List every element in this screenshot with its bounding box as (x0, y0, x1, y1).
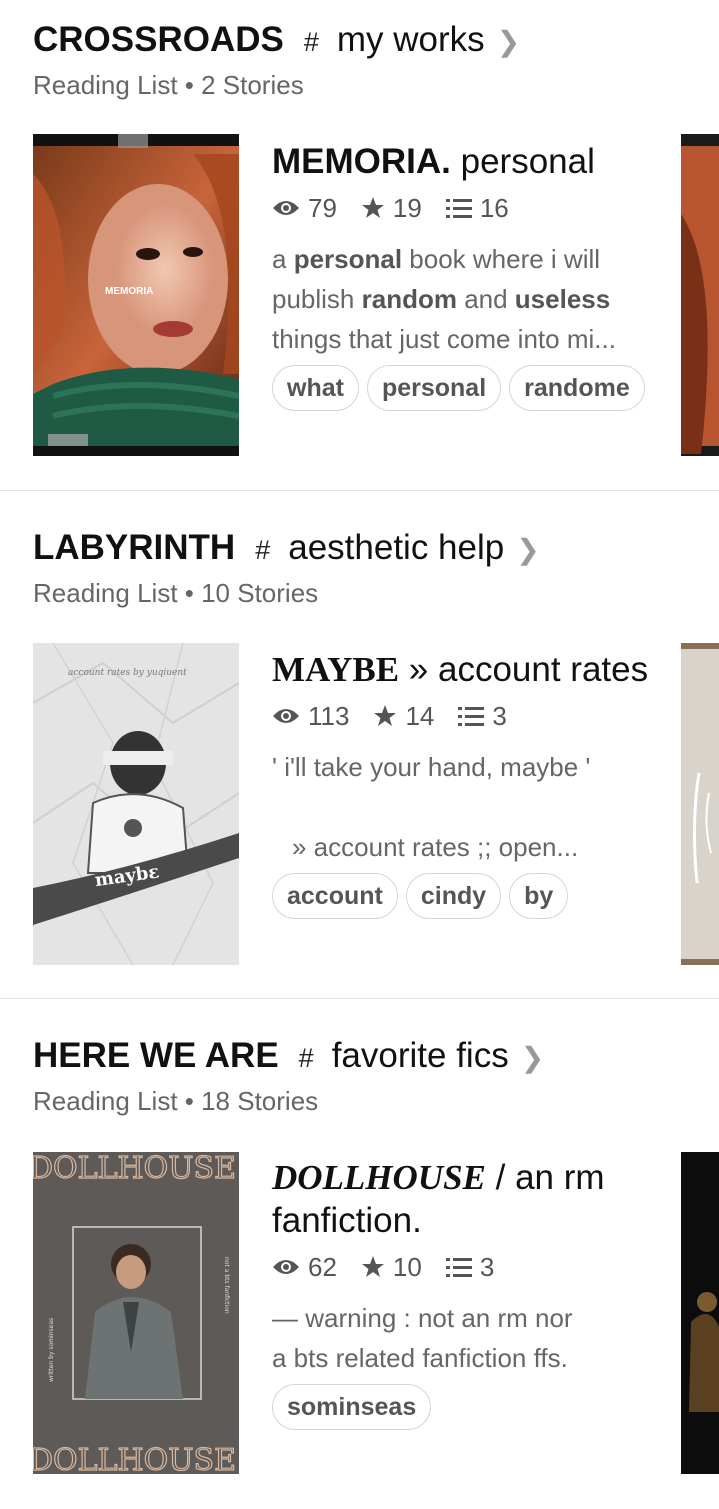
description-line: ' i'll take your hand, maybe ' (272, 752, 591, 782)
story-title[interactable]: MEMORIA. personal (272, 140, 652, 183)
story-title-bold: MEMORIA. (272, 142, 451, 181)
reading-list-title: CROSSROADS (33, 20, 284, 59)
parts-stat: 16 (445, 192, 509, 224)
list-divider (0, 490, 719, 491)
eye-icon (273, 201, 299, 215)
star-icon (361, 197, 384, 218)
reading-list-header[interactable]: LABYRINTH # aesthetic help ❯ (33, 528, 540, 568)
list-icon (445, 199, 472, 218)
tag[interactable]: cindy (405, 873, 502, 919)
reading-list-header[interactable]: CROSSROADS # my works ❯ (33, 20, 520, 60)
reading-list-header[interactable]: HERE WE ARE # favorite fics ❯ (33, 1036, 544, 1076)
reading-list-title: HERE WE ARE (33, 1036, 279, 1075)
story-title[interactable]: DOLLHOUSE / an rm fanfiction. (272, 1156, 652, 1242)
tag[interactable]: sominseas (272, 1384, 432, 1430)
votes-count: 10 (392, 1251, 422, 1282)
views-stat: 79 (272, 193, 337, 224)
tag[interactable]: personal (366, 365, 502, 411)
votes-count: 14 (405, 700, 435, 731)
votes-stat: 10 (361, 1252, 422, 1283)
tag[interactable]: randome (509, 365, 645, 411)
cover-side-text-left: written by sominseas (48, 1318, 55, 1382)
hash-separator: # (255, 535, 271, 565)
description-line: a bts related fanfiction ffs. (272, 1343, 568, 1373)
hash-separator: # (303, 27, 319, 57)
list-icon (445, 1258, 472, 1277)
story-cover-dollhouse[interactable]: DOLLHOUSE DOLLHOUSE written by sominseas… (33, 1152, 239, 1474)
reading-list-meta: Reading List • 2 Stories (33, 70, 304, 100)
views-count: 62 (308, 1251, 337, 1282)
story-info: DOLLHOUSE / an rm fanfiction. 62 10 3 — … (272, 1156, 652, 1430)
reading-list-meta: Reading List • 18 Stories (33, 1086, 319, 1116)
reading-list-subtitle: aesthetic help (288, 528, 505, 567)
views-stat: 62 (272, 1252, 337, 1283)
story-title-bold: DOLLHOUSE (272, 1158, 486, 1197)
reading-list-subtitle: my works (336, 20, 485, 59)
parts-stat: 3 (445, 1251, 495, 1283)
cover-title-text-bottom: DOLLHOUSE (33, 1443, 236, 1474)
reading-list-here-we-are: HERE WE ARE # favorite fics ❯ Reading Li… (0, 1036, 719, 1506)
story-title-bold: MAYBE (272, 650, 400, 689)
story-tags: account cindy by (272, 873, 652, 919)
chevron-right-icon: ❯ (520, 1042, 545, 1073)
story-description: — warning : not an rm nor a bts related … (272, 1298, 652, 1378)
star-icon (374, 705, 397, 726)
hash-separator: # (298, 1043, 314, 1073)
reading-list-labyrinth: LABYRINTH # aesthetic help ❯ Reading Lis… (0, 528, 719, 998)
tag[interactable]: by (509, 873, 569, 919)
story-cover-memoria[interactable]: MEMORIA (33, 134, 239, 456)
parts-stat: 3 (458, 700, 507, 732)
next-story-cover-peek[interactable] (681, 134, 719, 456)
chevron-right-icon: ❯ (496, 26, 521, 57)
parts-count: 3 (492, 700, 507, 731)
tag[interactable]: account (272, 873, 398, 919)
description-line: » account rates ;; open... (292, 832, 579, 862)
votes-stat: 19 (361, 193, 422, 224)
cover-side-text-right: not a bts fanfiction (223, 1257, 230, 1314)
votes-count: 19 (392, 192, 422, 223)
story-info: MAYBE » account rates 113 14 3 ' i'll ta… (272, 648, 652, 919)
eye-icon (273, 709, 299, 723)
cover-top-text: account rates by yuqiuent (68, 668, 187, 678)
parts-count: 16 (479, 192, 509, 223)
list-divider (0, 998, 719, 999)
reading-list-title: LABYRINTH (33, 528, 236, 567)
eye-icon (273, 1260, 299, 1274)
story-cover-maybe[interactable]: account rates by yuqiuent maybε (33, 643, 239, 965)
list-icon (458, 707, 485, 726)
story-info: MEMORIA. personal 79 19 16 a personal bo… (272, 140, 652, 411)
next-story-cover-peek[interactable] (681, 643, 719, 965)
views-stat: 113 (272, 701, 349, 732)
story-stats: 113 14 3 (272, 701, 652, 731)
reading-list-meta: Reading List • 10 Stories (33, 578, 319, 608)
views-count: 79 (308, 192, 337, 223)
story-tags: what personal randome (272, 365, 652, 411)
views-count: 113 (308, 700, 350, 731)
description-line: — warning : not an rm nor (272, 1303, 573, 1333)
cover-title-text: MEMORIA (105, 286, 153, 297)
tag[interactable]: what (272, 365, 359, 411)
cover-title-text: DOLLHOUSE (33, 1152, 236, 1186)
story-description: a personal book where i will publish ran… (272, 244, 616, 354)
story-stats: 62 10 3 (272, 1252, 652, 1282)
story-tags: sominseas (272, 1384, 652, 1430)
next-story-cover-peek[interactable] (681, 1152, 719, 1474)
story-description: ' i'll take your hand, maybe ' » account… (272, 747, 652, 867)
chevron-right-icon: ❯ (516, 534, 540, 565)
star-icon (361, 1256, 384, 1277)
story-title-rest: » account rates (399, 650, 649, 689)
reading-list-crossroads: CROSSROADS # my works ❯ Reading List • 2… (0, 20, 719, 490)
parts-count: 3 (479, 1251, 495, 1282)
reading-list-subtitle: favorite fics (331, 1036, 509, 1075)
story-stats: 79 19 16 (272, 193, 652, 223)
story-title-rest: personal (450, 142, 595, 181)
votes-stat: 14 (373, 701, 434, 732)
story-title[interactable]: MAYBE » account rates (272, 648, 652, 691)
